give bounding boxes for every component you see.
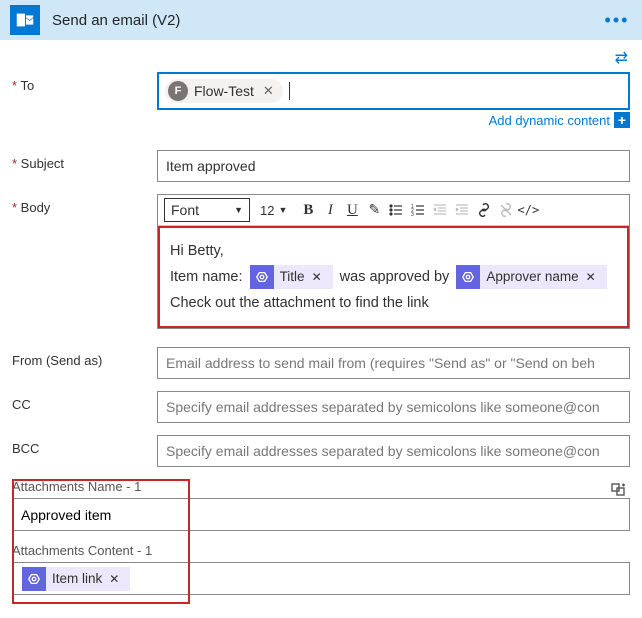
from-label: From (Send as) — [12, 347, 157, 368]
action-header: Send an email (V2) ••• — [0, 0, 642, 40]
action-title: Send an email (V2) — [52, 12, 602, 29]
recipient-name: Flow-Test — [194, 83, 254, 99]
add-dynamic-content-link[interactable]: Add dynamic content + — [489, 112, 630, 128]
attachments-section: Attachments Name - 1 Attachments Content… — [12, 479, 630, 595]
attachment-name-input[interactable] — [12, 498, 630, 531]
bullet-list-button[interactable] — [385, 198, 407, 222]
to-label: To — [12, 72, 157, 93]
from-input[interactable] — [157, 347, 630, 379]
dynamic-token-itemlink[interactable]: Item link ✕ — [22, 567, 130, 591]
bcc-input[interactable] — [157, 435, 630, 467]
text-cursor — [289, 82, 290, 100]
add-dynamic-content-icon: + — [614, 112, 630, 128]
cc-input[interactable] — [157, 391, 630, 423]
bold-button[interactable]: B — [297, 198, 319, 222]
action-menu-button[interactable]: ••• — [602, 5, 632, 35]
recipient-chip[interactable]: F Flow-Test ✕ — [165, 79, 283, 103]
attachment-content-input[interactable]: Item link ✕ — [12, 562, 630, 595]
subject-input[interactable] — [157, 150, 630, 182]
remove-token-icon[interactable]: ✕ — [309, 264, 325, 290]
outlook-icon — [10, 5, 40, 35]
token-icon — [22, 567, 46, 591]
body-content[interactable]: Hi Betty, Item name: Title ✕ was approve… — [158, 226, 629, 328]
body-line: Check out the attachment to find the lin… — [170, 290, 617, 316]
font-size-select[interactable]: 12▼ — [256, 198, 291, 222]
editor-toolbar: Font▼ 12▼ B I U ✎ 123 </> — [158, 195, 629, 226]
dynamic-token-approver[interactable]: Approver name ✕ — [456, 265, 606, 289]
body-line: Hi Betty, — [170, 238, 617, 264]
underline-button[interactable]: U — [341, 198, 363, 222]
font-color-button[interactable]: ✎ — [363, 198, 385, 222]
recipient-avatar: F — [168, 81, 188, 101]
italic-button[interactable]: I — [319, 198, 341, 222]
remove-token-icon[interactable]: ✕ — [106, 572, 122, 586]
font-select[interactable]: Font▼ — [164, 198, 250, 222]
code-view-button[interactable]: </> — [517, 198, 539, 222]
switch-mode-button[interactable] — [608, 479, 630, 501]
token-icon — [456, 265, 480, 289]
attachment-name-label: Attachments Name - 1 — [12, 479, 630, 494]
remove-recipient-icon[interactable]: ✕ — [260, 83, 277, 99]
unlink-button[interactable] — [495, 198, 517, 222]
token-icon — [250, 265, 274, 289]
remove-token-icon[interactable]: ✕ — [583, 264, 599, 290]
dynamic-token-title[interactable]: Title ✕ — [250, 265, 333, 289]
body-label: Body — [12, 194, 157, 215]
body-editor: Font▼ 12▼ B I U ✎ 123 </> Hi Betty, — [157, 194, 630, 329]
link-button[interactable] — [473, 198, 495, 222]
indent-button[interactable] — [451, 198, 473, 222]
swap-icon[interactable]: ⇄ — [615, 48, 628, 68]
attachment-content-label: Attachments Content - 1 — [12, 543, 172, 558]
subject-label: Subject — [12, 150, 157, 171]
bcc-label: BCC — [12, 435, 157, 456]
svg-text:3: 3 — [411, 212, 414, 217]
outdent-button[interactable] — [429, 198, 451, 222]
body-line: Item name: Title ✕ was approved by Appro… — [170, 264, 617, 290]
to-input[interactable]: F Flow-Test ✕ — [157, 72, 630, 110]
cc-label: CC — [12, 391, 157, 412]
number-list-button[interactable]: 123 — [407, 198, 429, 222]
